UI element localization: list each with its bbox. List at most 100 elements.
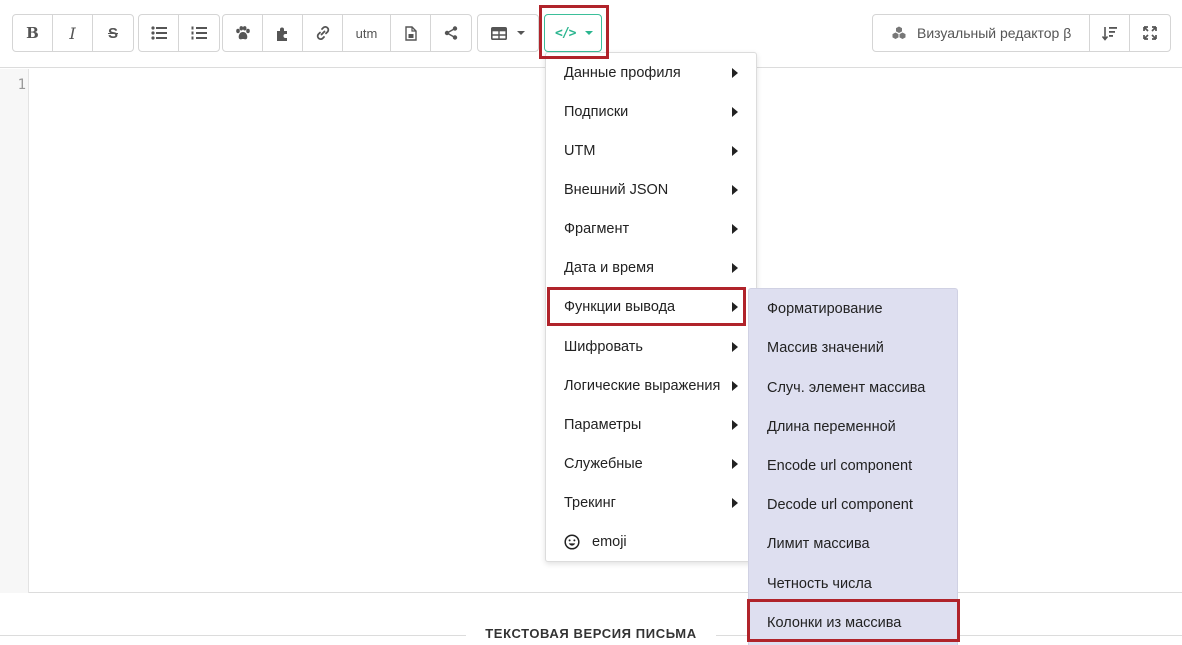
file-button[interactable] bbox=[391, 15, 431, 51]
cubes-icon bbox=[892, 26, 906, 39]
utm-button[interactable]: utm bbox=[343, 15, 391, 51]
caret-right-icon bbox=[732, 342, 738, 352]
numbered-list-icon bbox=[191, 26, 207, 40]
submenu-item-label: Случ. элемент массива bbox=[767, 379, 926, 396]
caret-right-icon bbox=[732, 68, 738, 78]
bullet-list-button[interactable] bbox=[139, 15, 179, 51]
bullet-list-icon bbox=[150, 26, 167, 40]
list-group bbox=[138, 14, 220, 52]
menu-item-label: Функции вывода bbox=[564, 298, 676, 315]
menu-item-label: UTM bbox=[564, 142, 596, 159]
caret-right-icon bbox=[732, 302, 738, 312]
code-insert-button[interactable]: </> bbox=[544, 14, 602, 52]
line-number: 1 bbox=[17, 77, 26, 93]
caret-right-icon bbox=[732, 107, 738, 117]
output-functions-submenu: Форматирование Массив значений Случ. эле… bbox=[748, 288, 958, 645]
caret-right-icon bbox=[732, 224, 738, 234]
menu-item-parameters[interactable]: Параметры bbox=[546, 405, 756, 444]
code-insert-menu: Данные профиля Подписки UTM Внешний JSON… bbox=[545, 52, 757, 562]
sort-icon bbox=[1101, 26, 1117, 41]
sort-button[interactable] bbox=[1090, 15, 1130, 51]
menu-item-label: Параметры bbox=[564, 416, 642, 433]
paw-icon bbox=[235, 26, 250, 40]
submenu-item-number-parity[interactable]: Четность числа bbox=[749, 564, 957, 603]
submenu-item-label: Лимит массива bbox=[767, 535, 870, 552]
caret-right-icon bbox=[732, 381, 738, 391]
italic-icon: I bbox=[69, 23, 76, 43]
submenu-item-formatting[interactable]: Форматирование bbox=[749, 289, 957, 328]
submenu-item-random-array-element[interactable]: Случ. элемент массива bbox=[749, 368, 957, 407]
submenu-item-label: Encode url component bbox=[767, 457, 913, 474]
fullscreen-button[interactable] bbox=[1130, 15, 1170, 51]
menu-item-output-functions[interactable]: Функции вывода bbox=[546, 287, 756, 326]
menu-item-label: Логические выражения bbox=[564, 377, 721, 394]
submenu-item-value-array[interactable]: Массив значений bbox=[749, 328, 957, 367]
utm-label: utm bbox=[355, 25, 378, 41]
caret-right-icon bbox=[732, 185, 738, 195]
numbered-list-button[interactable] bbox=[179, 15, 219, 51]
text-format-group: B I S bbox=[12, 14, 134, 52]
submenu-item-label: Decode url component bbox=[767, 496, 913, 513]
caret-right-icon bbox=[732, 263, 738, 273]
code-icon: </> bbox=[555, 25, 577, 41]
puzzle-icon bbox=[276, 27, 287, 41]
submenu-item-encode-url[interactable]: Encode url component bbox=[749, 446, 957, 485]
submenu-item-label: Массив значений bbox=[767, 339, 884, 356]
insert-group: utm bbox=[222, 14, 472, 52]
menu-item-label: Служебные bbox=[564, 455, 643, 472]
paw-button[interactable] bbox=[223, 15, 263, 51]
menu-item-encrypt[interactable]: Шифровать bbox=[546, 327, 756, 366]
strikethrough-button[interactable]: S bbox=[93, 15, 133, 51]
menu-item-label: Данные профиля bbox=[564, 64, 681, 81]
submenu-item-label: Форматирование bbox=[767, 300, 883, 317]
menu-item-date-time[interactable]: Дата и время bbox=[546, 248, 756, 287]
italic-button[interactable]: I bbox=[53, 15, 93, 51]
line-gutter: 1 bbox=[0, 69, 29, 593]
menu-item-label: Шифровать bbox=[564, 338, 643, 355]
caret-right-icon bbox=[732, 459, 738, 469]
menu-item-label: Внешний JSON bbox=[564, 181, 669, 198]
submenu-item-label: Четность числа bbox=[767, 575, 872, 592]
smiley-icon bbox=[564, 533, 580, 550]
chevron-down-icon bbox=[517, 31, 525, 35]
puzzle-button[interactable] bbox=[263, 15, 303, 51]
menu-item-profile-data[interactable]: Данные профиля bbox=[546, 53, 756, 92]
table-button[interactable] bbox=[478, 15, 538, 51]
menu-item-fragment[interactable]: Фрагмент bbox=[546, 209, 756, 248]
caret-right-icon bbox=[732, 146, 738, 156]
menu-item-service[interactable]: Служебные bbox=[546, 444, 756, 483]
menu-item-label: Трекинг bbox=[564, 494, 616, 511]
share-button[interactable] bbox=[431, 15, 471, 51]
visual-editor-label: Визуальный редактор β bbox=[917, 25, 1072, 41]
submenu-item-decode-url[interactable]: Decode url component bbox=[749, 485, 957, 524]
divider bbox=[0, 635, 466, 636]
menu-item-tracking[interactable]: Трекинг bbox=[546, 483, 756, 522]
submenu-item-label: Колонки из массива bbox=[767, 614, 902, 631]
visual-editor-group: Визуальный редактор β bbox=[872, 14, 1171, 52]
submenu-item-variable-length[interactable]: Длина переменной bbox=[749, 407, 957, 446]
chevron-down-icon bbox=[585, 31, 594, 35]
menu-item-label: emoji bbox=[592, 533, 627, 550]
table-group bbox=[477, 14, 539, 52]
visual-editor-button[interactable]: Визуальный редактор β bbox=[873, 15, 1090, 51]
submenu-item-array-limit[interactable]: Лимит массива bbox=[749, 524, 957, 563]
table-icon bbox=[491, 26, 507, 40]
text-version-title: ТЕКСТОВАЯ ВЕРСИЯ ПИСЬМА bbox=[485, 626, 697, 641]
submenu-item-label: Длина переменной bbox=[767, 418, 896, 435]
submenu-item-array-columns[interactable]: Колонки из массива bbox=[749, 603, 957, 642]
file-icon bbox=[404, 25, 417, 41]
link-button[interactable] bbox=[303, 15, 343, 51]
menu-item-external-json[interactable]: Внешний JSON bbox=[546, 170, 756, 209]
link-icon bbox=[316, 26, 329, 40]
bold-button[interactable]: B bbox=[13, 15, 53, 51]
caret-right-icon bbox=[732, 498, 738, 508]
bold-icon: B bbox=[26, 24, 39, 42]
menu-item-logical-expressions[interactable]: Логические выражения bbox=[546, 366, 756, 405]
menu-item-emoji[interactable]: emoji bbox=[546, 522, 756, 561]
menu-item-label: Дата и время bbox=[564, 259, 654, 276]
menu-item-label: Фрагмент bbox=[564, 220, 630, 237]
share-icon bbox=[444, 26, 458, 40]
menu-item-label: Подписки bbox=[564, 103, 629, 120]
menu-item-utm[interactable]: UTM bbox=[546, 131, 756, 170]
menu-item-subscriptions[interactable]: Подписки bbox=[546, 92, 756, 131]
